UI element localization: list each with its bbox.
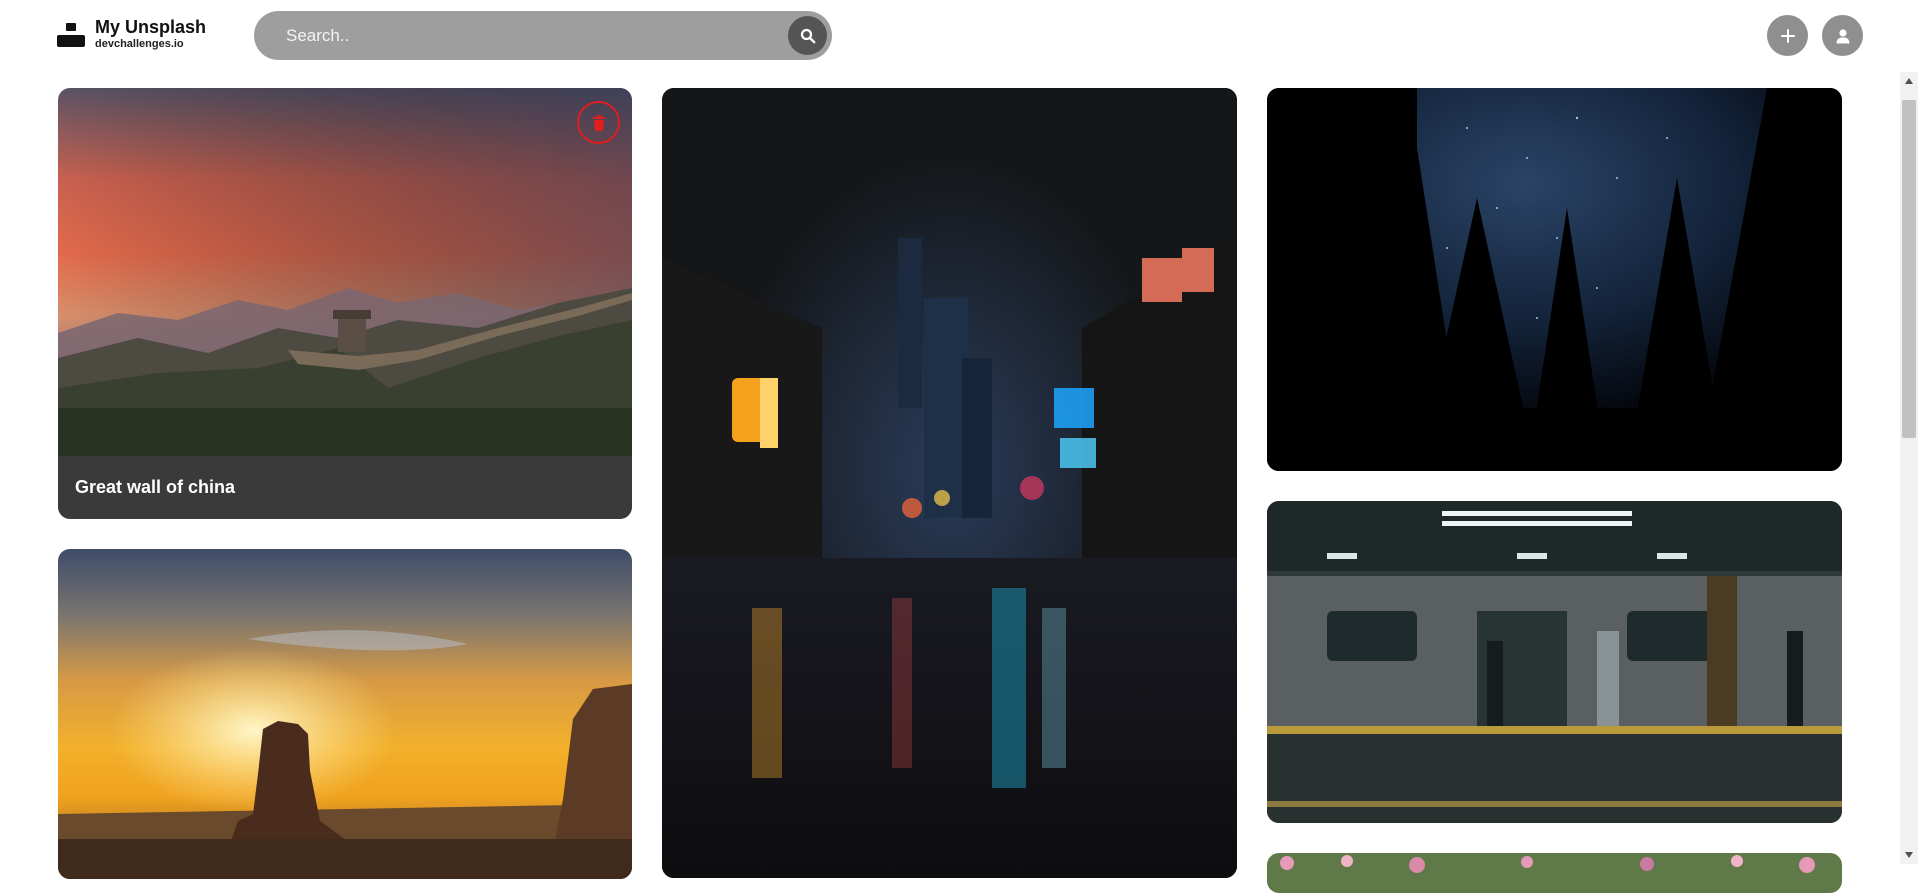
- logo[interactable]: My Unsplash devchallenges.io: [57, 17, 207, 50]
- photo-card-flowers[interactable]: [1267, 853, 1842, 893]
- caption-bar: Great wall of china: [58, 456, 632, 519]
- desert-image: [58, 549, 632, 879]
- user-icon: [1836, 28, 1849, 43]
- search-button[interactable]: [788, 16, 827, 55]
- photo-card-city-night[interactable]: [662, 88, 1237, 878]
- logo-icon: [57, 21, 85, 49]
- delete-button[interactable]: [577, 101, 620, 144]
- starry-forest-image: [1267, 88, 1842, 471]
- app-subtitle: devchallenges.io: [95, 38, 184, 50]
- photo-card-desert[interactable]: [58, 549, 632, 879]
- trash-icon: [592, 114, 605, 131]
- search-input[interactable]: [284, 15, 754, 56]
- app-title: My Unsplash: [95, 17, 207, 37]
- subway-image: [1267, 501, 1842, 823]
- photo-card-starry-forest[interactable]: [1267, 88, 1842, 471]
- page-scrollbar[interactable]: [1900, 72, 1918, 864]
- flowers-image: [1267, 853, 1842, 893]
- photo-card-subway[interactable]: [1267, 501, 1842, 823]
- search-icon: [800, 28, 815, 43]
- great-wall-image: [58, 88, 632, 456]
- scroll-down-arrow-icon[interactable]: [1905, 852, 1913, 858]
- user-menu-button[interactable]: [1822, 15, 1863, 56]
- photo-caption: Great wall of china: [75, 477, 236, 497]
- plus-icon: [1780, 28, 1795, 43]
- city-night-image: [662, 88, 1237, 878]
- logo-text: My Unsplash devchallenges.io: [95, 17, 207, 50]
- search-bar: [254, 11, 832, 60]
- scroll-up-arrow-icon[interactable]: [1905, 78, 1913, 84]
- header: My Unsplash devchallenges.io: [0, 0, 1918, 70]
- photo-card-great-wall[interactable]: Great wall of china: [58, 88, 632, 519]
- add-photo-button[interactable]: [1767, 15, 1808, 56]
- scrollbar-thumb[interactable]: [1902, 100, 1916, 438]
